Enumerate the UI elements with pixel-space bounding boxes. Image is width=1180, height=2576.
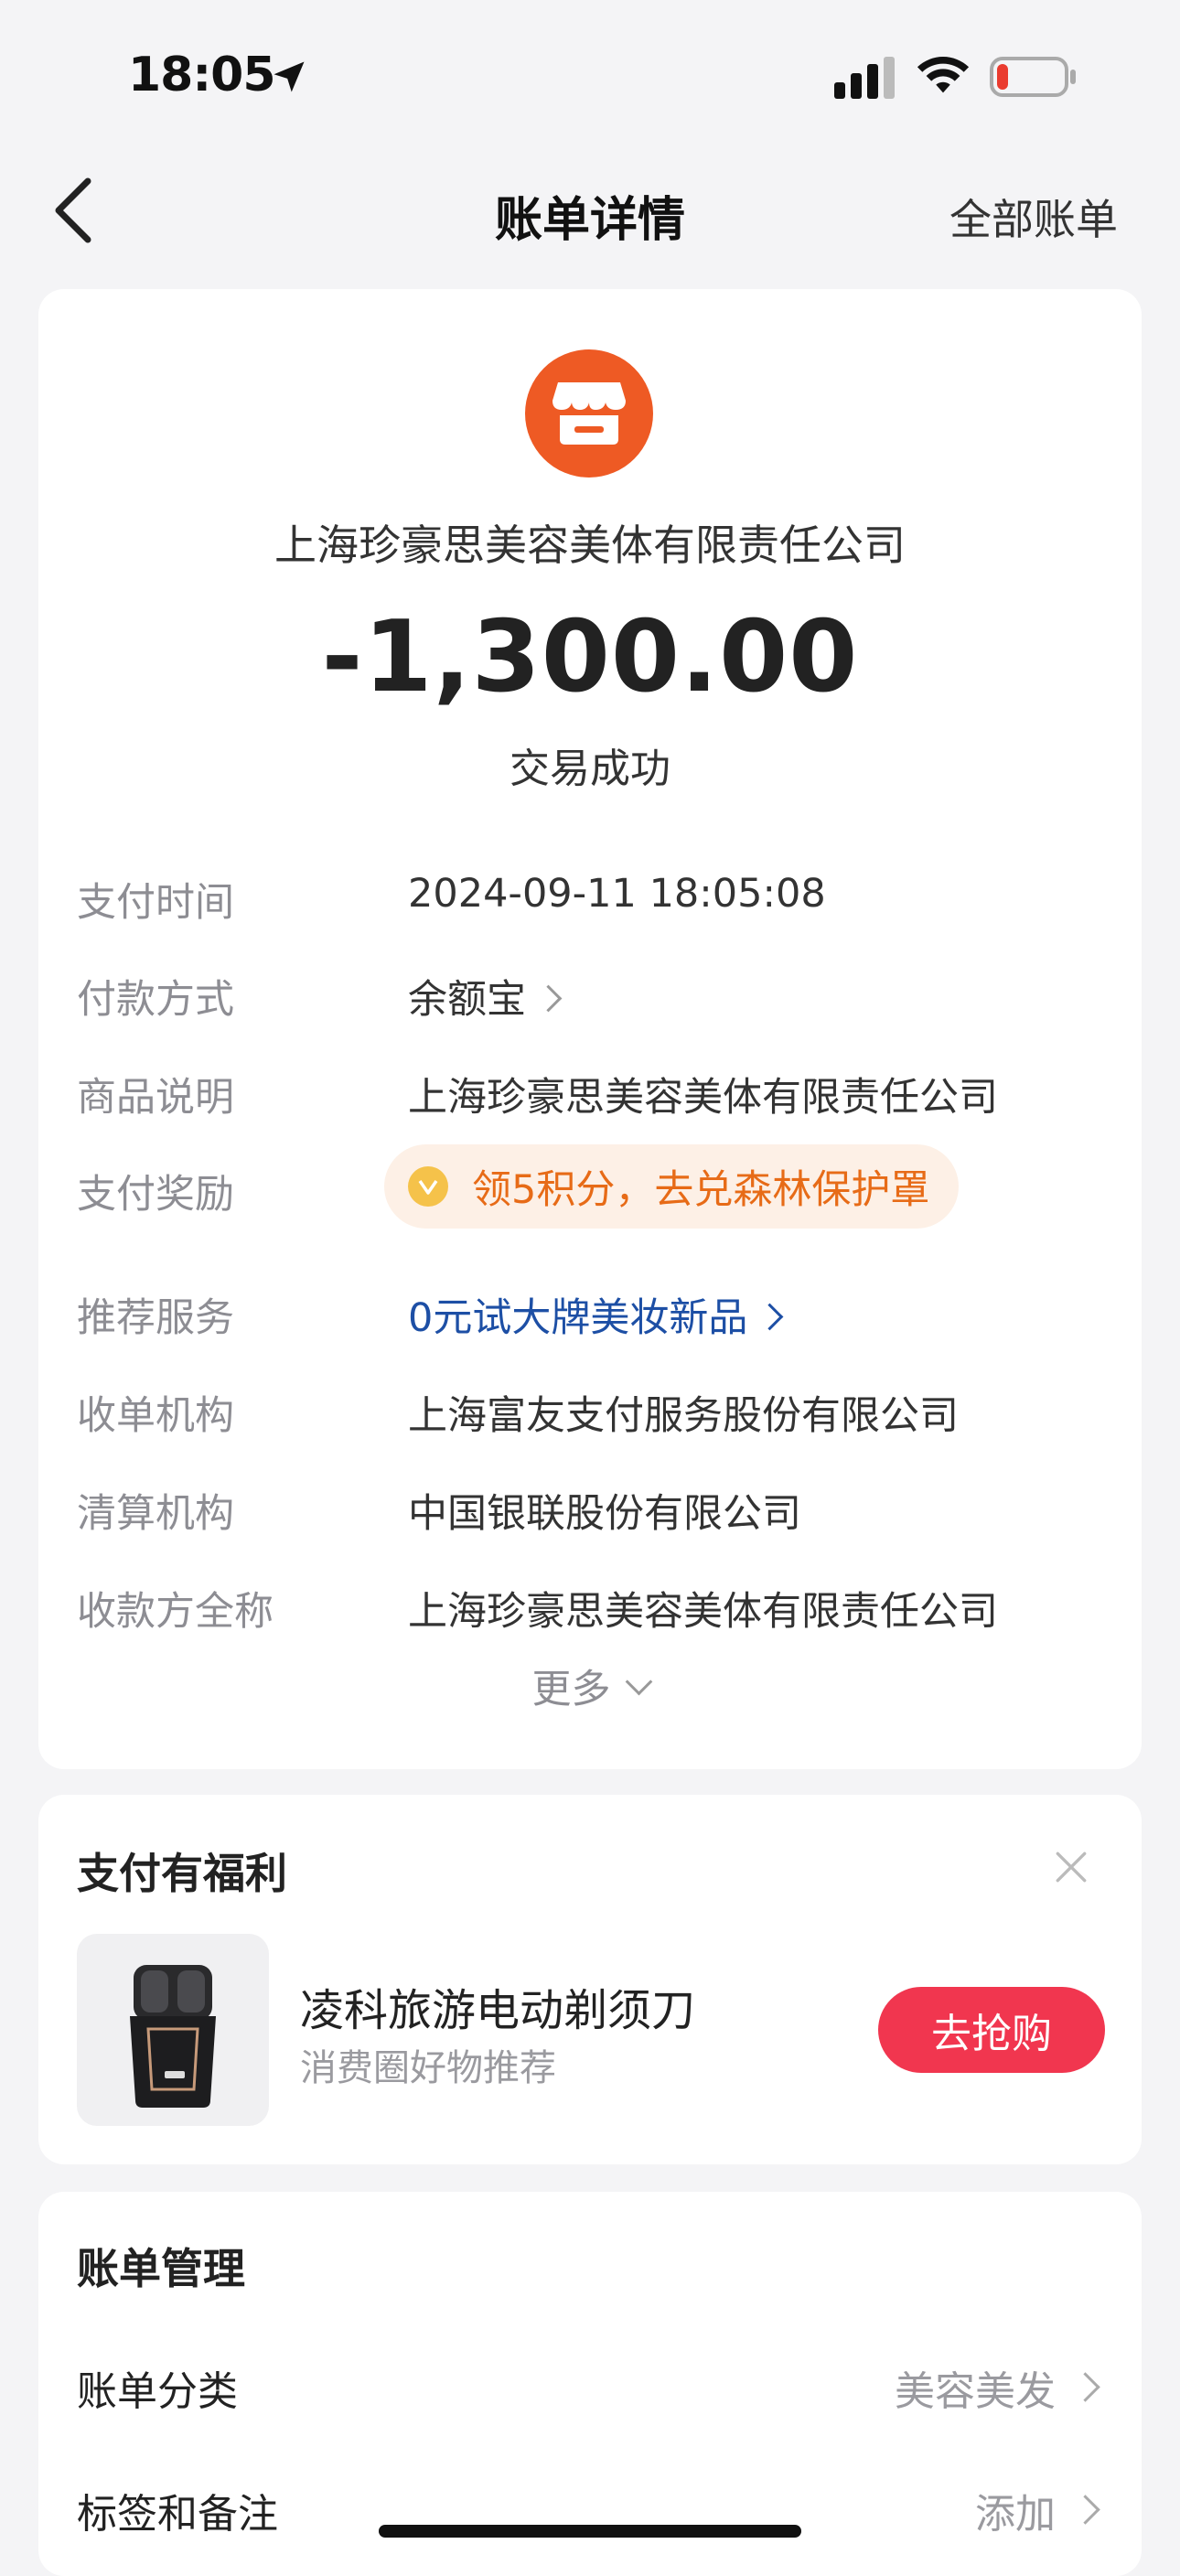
bill-category-row[interactable]: 账单分类 美容美发 — [77, 2358, 1103, 2422]
detail-row-payee-full-name: 收款方全称 上海珍豪思美容美体有限责任公司 — [77, 1580, 1103, 1644]
location-arrow-icon — [274, 61, 305, 92]
detail-value: 中国银联股份有限公司 — [408, 1491, 801, 1537]
status-bar: 18:05 — [0, 0, 1180, 156]
payment-method-value[interactable]: 余额宝 — [408, 968, 563, 1025]
detail-row-acquirer: 收单机构 上海富友支付服务股份有限公司 — [77, 1384, 1103, 1448]
bill-management-card: 账单管理 账单分类 美容美发 标签和备注 添加 — [38, 2192, 1142, 2576]
detail-value: 上海珍豪思美容美体有限责任公司 — [408, 1589, 998, 1635]
detail-label: 推荐服务 — [77, 1295, 234, 1341]
detail-label: 支付奖励 — [77, 1172, 234, 1218]
chevron-right-icon — [1070, 2372, 1100, 2402]
manage-label: 标签和备注 — [77, 2491, 278, 2538]
detail-row-product-desc: 商品说明 上海珍豪思美容美体有限责任公司 — [77, 1066, 1103, 1130]
product-name: 凌科旅游电动剃须刀 — [300, 1985, 696, 2036]
detail-row-payment-method[interactable]: 付款方式 余额宝 — [77, 968, 1103, 1032]
all-bills-link[interactable]: 全部账单 — [949, 187, 1118, 247]
detail-row-pay-time: 支付时间 2024-09-11 18:05:08 — [77, 871, 1103, 935]
detail-label: 清算机构 — [77, 1491, 234, 1537]
detail-row-recommended-service[interactable]: 推荐服务 0元试大牌美妆新品 — [77, 1286, 1103, 1350]
reward-pill-button[interactable]: 领5积分，去兑森林保护罩 — [384, 1144, 960, 1229]
manage-value: 美容美发 — [895, 2368, 1056, 2415]
more-label: 更多 — [531, 1667, 611, 1712]
detail-value: 2024-09-11 18:05:08 — [408, 871, 826, 917]
chevron-right-icon — [1070, 2495, 1100, 2525]
transaction-amount: -1,300.00 — [321, 600, 859, 714]
chevron-down-icon — [625, 1668, 652, 1696]
nav-bar: 账单详情 全部账单 — [0, 156, 1180, 265]
recommended-service-link[interactable]: 0元试大牌美妆新品 — [408, 1286, 784, 1343]
reward-text: 领5积分，去兑森林保护罩 — [472, 1167, 930, 1213]
detail-label: 商品说明 — [77, 1075, 234, 1121]
detail-row-clearing: 清算机构 中国银联股份有限公司 — [77, 1482, 1103, 1546]
benefit-card: 支付有福利 凌科旅游电动剃须刀 消费圈好物推荐 去抢购 — [38, 1795, 1142, 2164]
more-toggle-button[interactable]: 更多 — [38, 1658, 1142, 1714]
transaction-status: 交易成功 — [510, 746, 670, 792]
battery-low-icon — [990, 57, 1076, 97]
detail-label: 收单机构 — [77, 1393, 234, 1439]
status-time: 18:05 — [128, 48, 276, 102]
detail-value: 上海富友支付服务股份有限公司 — [408, 1393, 959, 1439]
home-indicator[interactable] — [379, 2525, 801, 2538]
close-icon[interactable] — [1052, 1848, 1090, 1886]
management-title: 账单管理 — [77, 2244, 245, 2293]
detail-value: 余额宝 — [408, 977, 526, 1023]
points-coin-icon — [408, 1166, 448, 1207]
detail-value: 上海珍豪思美容美体有限责任公司 — [408, 1075, 998, 1121]
detail-row-pay-reward: 支付奖励 领5积分，去兑森林保护罩 — [77, 1144, 1103, 1229]
shaver-image — [130, 1965, 216, 2108]
product-thumbnail[interactable] — [77, 1934, 269, 2126]
manage-value: 添加 — [975, 2491, 1056, 2538]
merchant-store-icon — [525, 349, 653, 478]
buy-now-button[interactable]: 去抢购 — [878, 1987, 1105, 2073]
detail-label: 支付时间 — [77, 880, 234, 926]
wifi-icon — [917, 57, 970, 93]
product-subtitle: 消费圈好物推荐 — [300, 2047, 556, 2089]
detail-label: 付款方式 — [77, 977, 234, 1023]
detail-value: 0元试大牌美妆新品 — [408, 1295, 748, 1341]
cellular-signal-icon — [834, 57, 895, 99]
benefit-title: 支付有福利 — [77, 1849, 287, 1898]
detail-label: 收款方全称 — [77, 1589, 274, 1635]
bill-detail-card: 上海珍豪思美容美体有限责任公司 -1,300.00 交易成功 支付时间 2024… — [38, 289, 1142, 1769]
chevron-right-icon — [534, 984, 563, 1013]
chevron-right-icon — [756, 1303, 784, 1331]
merchant-name: 上海珍豪思美容美体有限责任公司 — [274, 521, 906, 570]
manage-label: 账单分类 — [77, 2368, 238, 2415]
